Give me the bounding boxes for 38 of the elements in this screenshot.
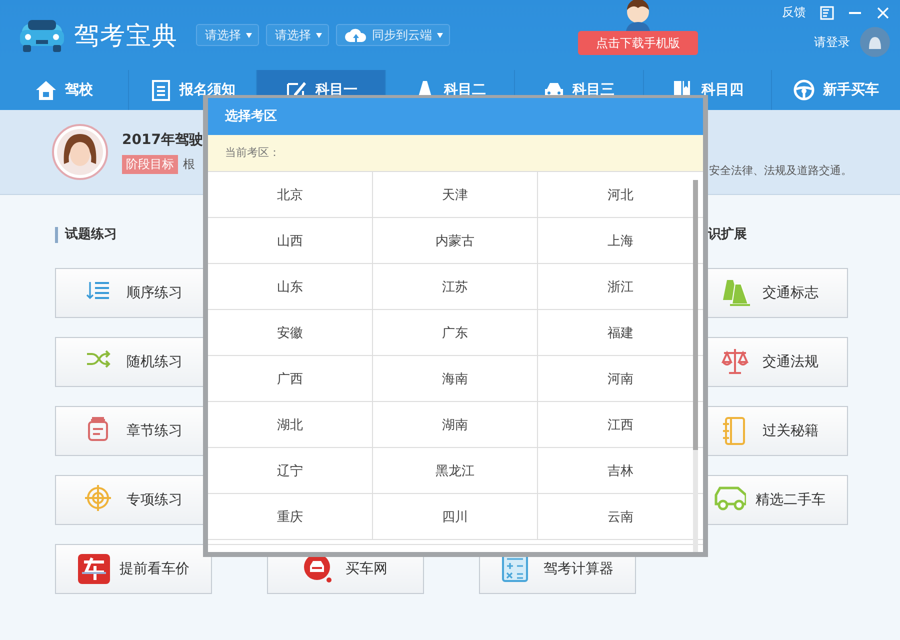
avatar-icon[interactable] xyxy=(860,27,890,57)
caret-icon xyxy=(316,32,322,38)
region-option[interactable]: 内蒙古 xyxy=(373,218,538,264)
region-option[interactable]: 黑龙江 xyxy=(373,448,538,494)
caret-icon xyxy=(437,32,443,38)
steering-wheel-icon xyxy=(793,79,816,101)
stage-title: 2017年驾驶 xyxy=(122,130,203,148)
avatar-figure-icon xyxy=(52,124,108,180)
dialog-title: 选择考区 xyxy=(208,98,703,135)
region-option[interactable]: 四川 xyxy=(373,494,538,540)
house-icon xyxy=(34,79,57,101)
region-option[interactable]: 山东 xyxy=(208,264,373,310)
region-option[interactable]: 海南 xyxy=(373,356,538,402)
car-badge-icon xyxy=(78,554,110,584)
current-region-label: 当前考区： xyxy=(208,135,703,172)
region-option[interactable]: 广西 xyxy=(208,356,373,402)
region-option[interactable]: 安徽 xyxy=(208,310,373,356)
stage-badge: 阶段目标 xyxy=(122,154,178,174)
region-option[interactable]: 江苏 xyxy=(373,264,538,310)
caret-icon xyxy=(246,32,252,38)
traffic-cone-icon xyxy=(720,278,752,308)
region-option[interactable]: 重庆 xyxy=(208,494,373,540)
stage-description: 根 xyxy=(183,156,195,172)
app-name: 驾考宝典 xyxy=(74,20,178,52)
scrollbar[interactable] xyxy=(693,180,698,552)
section-heading: 识扩展 xyxy=(708,227,748,243)
stage-description: 安全法律、法规及道路交通。 xyxy=(709,163,852,178)
region-option[interactable]: 山西 xyxy=(208,218,373,264)
region-option[interactable]: 天津 xyxy=(373,172,538,218)
region-option[interactable]: 北京 xyxy=(208,172,373,218)
close-icon[interactable] xyxy=(876,6,890,20)
cloud-upload-icon xyxy=(345,28,367,42)
tool-button[interactable]: 提前看车价 xyxy=(55,544,212,594)
document-icon xyxy=(150,79,172,101)
region-option[interactable]: 湖北 xyxy=(208,402,373,448)
region-option[interactable]: 广东 xyxy=(373,310,538,356)
region-option[interactable]: 湖南 xyxy=(373,402,538,448)
region-option[interactable]: 辽宁 xyxy=(208,448,373,494)
